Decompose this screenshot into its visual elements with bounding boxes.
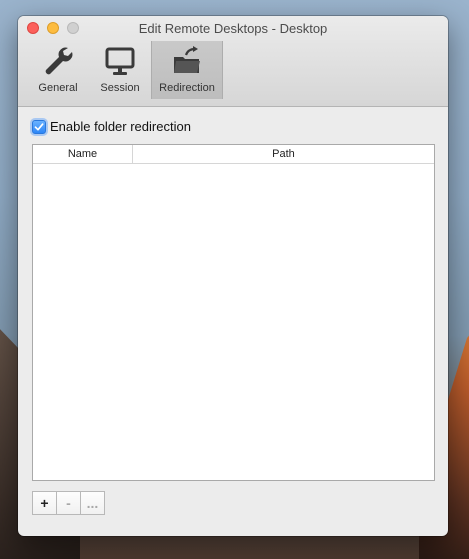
- enable-folder-redirection-label[interactable]: Enable folder redirection: [50, 119, 191, 134]
- tab-session[interactable]: Session: [89, 41, 151, 99]
- folder-redirect-icon: [174, 46, 200, 73]
- redirection-table[interactable]: Name Path: [32, 144, 435, 481]
- tab-session-label: Session: [100, 82, 140, 94]
- column-header-path[interactable]: Path: [133, 145, 434, 163]
- preferences-toolbar: General Session Redirection: [27, 41, 223, 99]
- table-actions: + - ...: [32, 491, 105, 515]
- monitor-icon: [105, 47, 135, 75]
- redirection-pane: Enable folder redirection Name Path + - …: [18, 107, 448, 536]
- enable-folder-redirection-row: Enable folder redirection: [32, 119, 191, 134]
- column-header-name[interactable]: Name: [33, 145, 133, 163]
- table-header: Name Path: [33, 145, 434, 164]
- tab-general-label: General: [38, 82, 78, 94]
- checkmark-icon: [34, 122, 44, 131]
- tab-general[interactable]: General: [27, 41, 89, 99]
- remove-button[interactable]: -: [56, 491, 81, 515]
- enable-folder-redirection-checkbox[interactable]: [32, 119, 46, 134]
- more-options-button[interactable]: ...: [80, 491, 105, 515]
- edit-remote-desktops-window: Edit Remote Desktops - Desktop General S…: [18, 16, 448, 536]
- wrench-icon: [45, 47, 73, 75]
- titlebar: Edit Remote Desktops - Desktop General S…: [18, 16, 448, 107]
- tab-redirection-label: Redirection: [159, 82, 215, 94]
- add-button[interactable]: +: [32, 491, 57, 515]
- tab-redirection[interactable]: Redirection: [151, 41, 223, 99]
- window-title: Edit Remote Desktops - Desktop: [138, 21, 328, 36]
